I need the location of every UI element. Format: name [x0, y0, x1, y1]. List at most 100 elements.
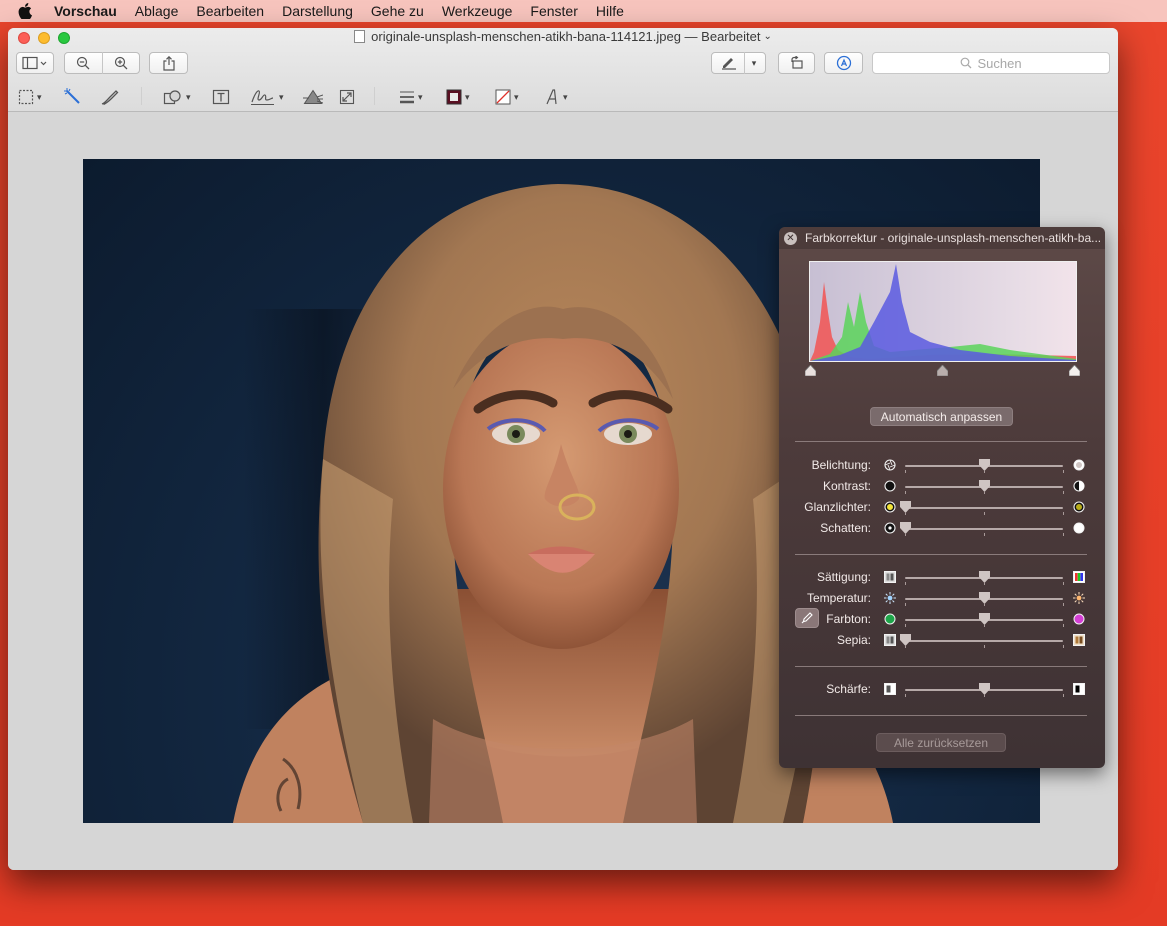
zoom-controls: [64, 52, 140, 74]
sharpness-low-icon: [884, 683, 896, 695]
close-panel-icon[interactable]: ✕: [784, 231, 797, 245]
signature-icon: [251, 90, 274, 105]
menu-bearbeiten[interactable]: Bearbeiten: [196, 3, 264, 19]
auto-adjust-button[interactable]: Automatisch anpassen: [870, 407, 1013, 426]
slider-tick: [983, 694, 985, 697]
slider-tick: [1062, 694, 1064, 697]
fill-color-icon: [495, 89, 511, 105]
zoom-out-button[interactable]: [65, 56, 102, 70]
selection-tool[interactable]: ▾: [18, 86, 42, 108]
shapes-tool[interactable]: ▾: [163, 86, 191, 108]
slider-label: Glanzlichter:: [804, 500, 871, 514]
prism-icon: [303, 89, 323, 104]
slider-track[interactable]: [905, 507, 1063, 509]
search-placeholder: Suchen: [977, 55, 1022, 71]
border-color-tool[interactable]: ▾: [446, 86, 470, 108]
slider-label: Sättigung:: [816, 570, 871, 584]
slider-track[interactable]: [905, 528, 1063, 530]
slider-glanzlichter: Glanzlichter:: [779, 497, 1105, 518]
shapes-icon: [163, 90, 181, 105]
slider-belichtung: Belichtung:: [779, 455, 1105, 476]
panel-title-bar: ✕ Farbkorrektur - originale-unsplash-men…: [779, 227, 1105, 249]
sketch-tool[interactable]: [100, 86, 120, 108]
slider-tick: [1062, 624, 1064, 627]
reset-all-button[interactable]: Alle zurücksetzen: [876, 733, 1006, 752]
white-point-handle[interactable]: [1068, 364, 1081, 377]
histogram-plot: [810, 264, 1076, 361]
slider-label: Sepia:: [836, 633, 871, 647]
resize-icon: [339, 89, 355, 105]
instant-alpha-tool[interactable]: [64, 86, 82, 108]
window-toolbar: originale-unsplash-menschen-atikh-bana-1…: [8, 28, 1118, 112]
slider-tick: [983, 603, 985, 606]
slider-tick: [1062, 603, 1064, 606]
menu-app-name[interactable]: Vorschau: [54, 3, 117, 19]
temperature-cool-icon: [884, 592, 896, 604]
saturation-low-icon: [884, 571, 896, 583]
slider-label: Schatten:: [820, 521, 871, 535]
slider-label: Temperatur:: [806, 591, 871, 605]
slider-tick: [904, 582, 906, 585]
pen-icon: [721, 58, 736, 70]
rotate-button[interactable]: [778, 52, 815, 74]
menu-darstellung[interactable]: Darstellung: [282, 3, 353, 19]
sharpness-high-icon: [1073, 683, 1085, 695]
shadows-high-icon: [1073, 522, 1085, 534]
slider-label: Belichtung:: [811, 458, 871, 472]
window-title: originale-unsplash-menschen-atikh-bana-1…: [8, 29, 1118, 44]
zoom-in-icon: [114, 56, 128, 70]
contrast-low-icon: [884, 480, 896, 492]
markup-tools-button[interactable]: ▾: [711, 52, 766, 74]
aperture-icon: [884, 459, 896, 471]
adjust-size-tool[interactable]: [339, 86, 355, 108]
markup-icon: [836, 55, 851, 71]
slider-tick: [904, 624, 906, 627]
rotate-icon: [790, 56, 803, 69]
search-input[interactable]: Suchen: [872, 52, 1110, 74]
slider-tick: [904, 603, 906, 606]
slider-temperatur: Temperatur:: [779, 588, 1105, 609]
slider-tick: [1062, 491, 1064, 494]
zoom-in-button[interactable]: [102, 56, 139, 70]
slider-tick: [1062, 512, 1064, 515]
font-icon: [546, 89, 557, 105]
slider-tick: [1062, 470, 1064, 473]
menu-bar: Vorschau Ablage Bearbeiten Darstellung G…: [0, 0, 1167, 22]
apple-menu-icon[interactable]: [18, 3, 34, 19]
sepia-low-icon: [884, 634, 896, 646]
menu-fenster[interactable]: Fenster: [530, 3, 577, 19]
highlights-high-icon: [1073, 501, 1085, 513]
slider-tick: [983, 470, 985, 473]
temperature-warm-icon: [1073, 592, 1085, 604]
adjust-color-tool[interactable]: [303, 86, 323, 108]
text-style-tool[interactable]: ▾: [544, 86, 568, 108]
slider-track[interactable]: [905, 640, 1063, 642]
chevron-down-icon[interactable]: ▾: [752, 58, 757, 69]
slider-label: Kontrast:: [822, 479, 871, 493]
tint-green-icon: [884, 613, 896, 625]
menu-gehe-zu[interactable]: Gehe zu: [371, 3, 424, 19]
markup-toolbar: ▾ ▾ ▾ ▾ ▾ ▾ ▾: [8, 82, 1118, 112]
slider-tick: [904, 533, 906, 536]
menu-ablage[interactable]: Ablage: [135, 3, 179, 19]
border-color-icon: [446, 89, 462, 105]
sidebar-toggle-button[interactable]: [16, 52, 54, 74]
chevron-down-icon[interactable]: ⌄: [763, 31, 771, 42]
markup-toolbar-button[interactable]: [824, 52, 863, 74]
signature-tool[interactable]: ▾: [250, 86, 284, 108]
menu-werkzeuge[interactable]: Werkzeuge: [442, 3, 513, 19]
menu-hilfe[interactable]: Hilfe: [596, 3, 624, 19]
black-point-handle[interactable]: [804, 364, 817, 377]
text-tool[interactable]: [212, 86, 230, 108]
slider-label: Farbton:: [826, 612, 871, 626]
share-button[interactable]: [149, 52, 188, 74]
midtone-handle[interactable]: [936, 364, 949, 377]
slider-farbton: Farbton:: [779, 609, 1105, 630]
slider-tick: [904, 470, 906, 473]
line-style-tool[interactable]: ▾: [399, 86, 423, 108]
zoom-out-icon: [77, 56, 90, 70]
fill-color-tool[interactable]: ▾: [495, 86, 519, 108]
exposure-bright-icon: [1073, 459, 1085, 471]
window-title-text: originale-unsplash-menschen-atikh-bana-1…: [371, 29, 761, 44]
slider-tick: [983, 624, 985, 627]
